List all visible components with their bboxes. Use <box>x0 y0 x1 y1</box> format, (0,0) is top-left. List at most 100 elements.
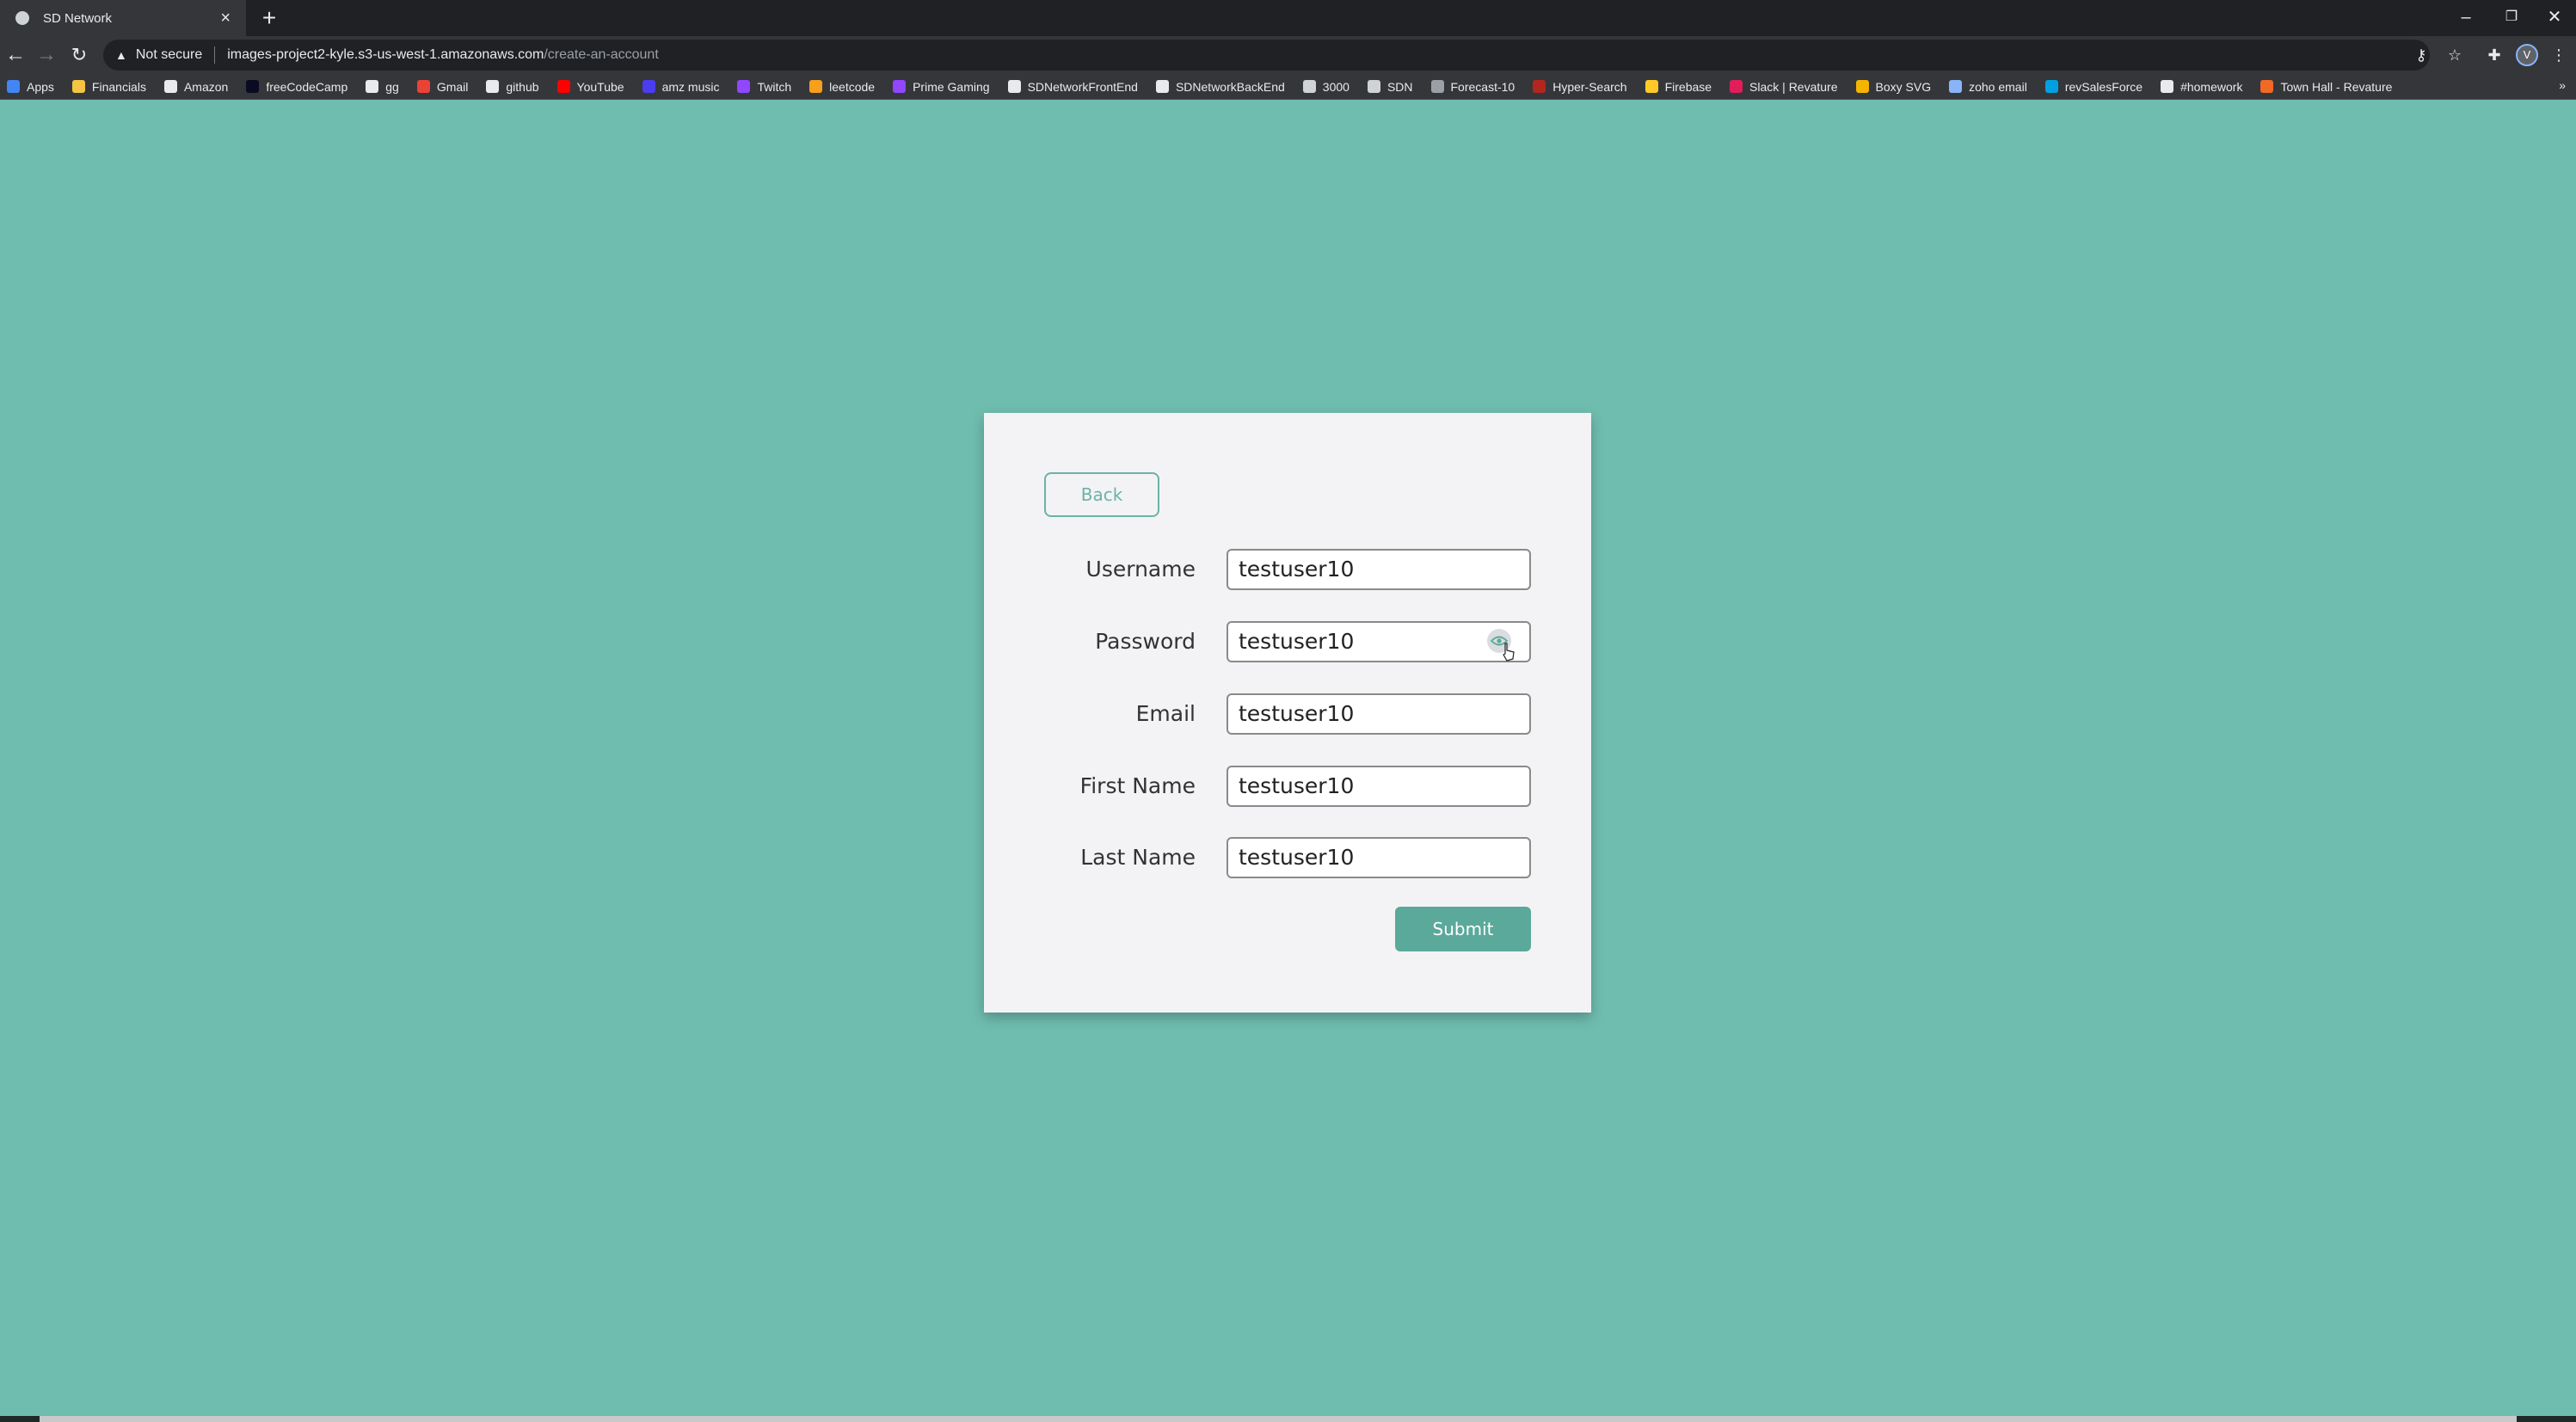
url-host[interactable]: images-project2-kyle.s3-us-west-1.amazon… <box>227 47 544 63</box>
tab-title: SD Network <box>43 10 113 26</box>
back-button[interactable]: Back <box>1044 472 1159 517</box>
bookmark-item[interactable]: Prime Gaming <box>893 79 990 94</box>
bottom-scrollbar[interactable] <box>0 1416 2576 1422</box>
github-icon <box>486 80 500 93</box>
menu-kebab-icon[interactable]: ⋮ <box>2547 43 2571 67</box>
bookmark-item[interactable]: gg <box>366 80 399 94</box>
warning-icon[interactable]: ▲ <box>115 48 127 62</box>
homework-icon <box>2161 80 2174 93</box>
bookmark-item[interactable]: Gmail <box>416 80 468 94</box>
back-arrow-icon[interactable]: ← <box>2 41 29 69</box>
security-status[interactable]: Not secure <box>136 47 202 63</box>
password-row: Password testuser10 <box>984 621 1591 662</box>
submit-button[interactable]: Submit <box>1395 907 1531 951</box>
username-row: Username testuser10 <box>984 549 1591 590</box>
minimize-icon[interactable]: – <box>2444 0 2487 36</box>
scrollbar-thumb[interactable] <box>40 1416 2517 1422</box>
profile-avatar[interactable]: V <box>2516 44 2538 66</box>
new-tab-button[interactable]: + <box>256 5 282 31</box>
firebase-icon <box>1645 80 1658 93</box>
bookmark-label: 3000 <box>1322 79 1349 94</box>
bookmark-item[interactable]: Town Hall - Revature <box>2260 80 2392 94</box>
browser-toolbar: ← → ↻ ▲ Not secure images-project2-kyle.… <box>0 36 2576 74</box>
bookmark-item[interactable]: Boxy SVG <box>1855 79 1932 94</box>
folder-icon <box>71 80 85 93</box>
github-icon <box>1007 80 1021 93</box>
github-icon <box>1155 80 1169 93</box>
bookmark-label: Twitch <box>757 79 792 94</box>
email-label: Email <box>1135 701 1196 726</box>
slack-icon <box>1730 80 1743 93</box>
bookmark-item[interactable]: SDNetworkFrontEnd <box>1007 79 1138 94</box>
bookmark-item[interactable]: Firebase <box>1645 80 1712 94</box>
tab-strip: SD Network × + – ❐ ✕ <box>0 0 2576 36</box>
bookmark-item[interactable]: Slack | Revature <box>1730 79 1838 94</box>
first-name-input[interactable]: testuser10 <box>1227 766 1531 807</box>
forward-arrow-icon[interactable]: → <box>33 41 60 69</box>
youtube-icon <box>556 80 570 93</box>
bookmarks-overflow-icon[interactable]: » <box>2559 78 2566 92</box>
bookmark-item[interactable]: 3000 <box>1302 79 1349 94</box>
google-icon <box>366 80 379 93</box>
bookmarks-bar: Apps Financials Amazon freeCodeCamp gg Gmail g… <box>0 74 2576 100</box>
bookmark-label: SDNetworkBackEnd <box>1175 79 1285 94</box>
bookmark-label: SDN <box>1386 79 1413 94</box>
bookmark-label: Slack | Revature <box>1749 79 1838 94</box>
username-input[interactable]: testuser10 <box>1227 549 1531 590</box>
bookmark-item[interactable]: Apps <box>7 80 54 94</box>
amazon-music-icon <box>642 80 655 93</box>
bookmark-label: zoho email <box>1969 79 2027 94</box>
boxy-svg-icon <box>1855 80 1869 93</box>
bookmark-item[interactable]: Twitch <box>737 80 791 94</box>
tab-close-icon[interactable]: × <box>220 9 231 27</box>
amazon-icon <box>163 80 177 93</box>
bookmark-label: gg <box>385 79 399 94</box>
site-icon <box>1302 80 1316 93</box>
bookmark-item[interactable]: freeCodeCamp <box>246 80 347 94</box>
bookmark-item[interactable]: Financials <box>71 80 146 94</box>
revature-icon <box>2260 80 2274 93</box>
bookmark-item[interactable]: Amazon <box>163 79 229 94</box>
close-window-icon[interactable]: ✕ <box>2533 0 2576 36</box>
browser-tab[interactable]: SD Network × <box>0 0 246 36</box>
forecast-icon <box>1430 80 1444 93</box>
create-account-card: Back Username testuser10 Password testus… <box>984 413 1591 1013</box>
email-input[interactable]: testuser10 <box>1227 693 1531 735</box>
star-icon[interactable]: ☆ <box>2443 43 2467 67</box>
bookmark-label: Prime Gaming <box>913 79 990 94</box>
bookmark-label: github <box>506 79 539 94</box>
mouse-pointer-icon <box>1503 643 1515 662</box>
bookmark-label: amz music <box>661 79 720 94</box>
bookmark-item[interactable]: SDN <box>1367 79 1413 94</box>
hyper-icon <box>1533 80 1546 93</box>
bookmark-item[interactable]: github <box>486 79 539 94</box>
url-path[interactable]: /create-an-account <box>544 47 658 63</box>
bookmark-item[interactable]: revSalesForce <box>2044 79 2143 94</box>
bookmark-label: freeCodeCamp <box>266 79 348 94</box>
extensions-puzzle-icon[interactable]: ✚ <box>2482 43 2506 67</box>
bookmark-item[interactable]: Hyper-Search <box>1533 79 1627 94</box>
bookmark-label: revSalesForce <box>2064 79 2143 94</box>
restore-icon[interactable]: ❐ <box>2490 0 2533 36</box>
bookmark-item[interactable]: leetcode <box>809 80 875 94</box>
bookmark-label: Firebase <box>1664 79 1712 94</box>
bookmark-label: #homework <box>2180 79 2243 94</box>
bookmark-item[interactable]: YouTube <box>556 80 624 94</box>
bookmark-label: Forecast-10 <box>1450 79 1515 94</box>
bookmark-item[interactable]: #homework <box>2161 80 2242 94</box>
bookmark-label: Boxy SVG <box>1875 79 1932 94</box>
bookmark-item[interactable]: SDNetworkBackEnd <box>1155 79 1285 94</box>
bookmark-item[interactable]: Forecast-10 <box>1430 79 1515 94</box>
password-input[interactable]: testuser10 <box>1227 621 1531 662</box>
key-icon[interactable]: ⚷ <box>2409 43 2433 67</box>
bookmark-item[interactable]: zoho email <box>1949 80 2027 94</box>
address-bar[interactable]: ▲ Not secure images-project2-kyle.s3-us-… <box>103 40 2430 71</box>
bookmark-label: SDNetworkFrontEnd <box>1027 79 1138 94</box>
last-name-label: Last Name <box>1080 845 1196 870</box>
bookmark-label: Amazon <box>183 79 229 94</box>
bookmark-item[interactable]: amz music <box>642 79 720 94</box>
bookmark-label: Hyper-Search <box>1552 79 1627 94</box>
reload-icon[interactable]: ↻ <box>65 41 93 69</box>
last-name-input[interactable]: testuser10 <box>1227 837 1531 878</box>
apps-grid-icon <box>7 80 20 93</box>
